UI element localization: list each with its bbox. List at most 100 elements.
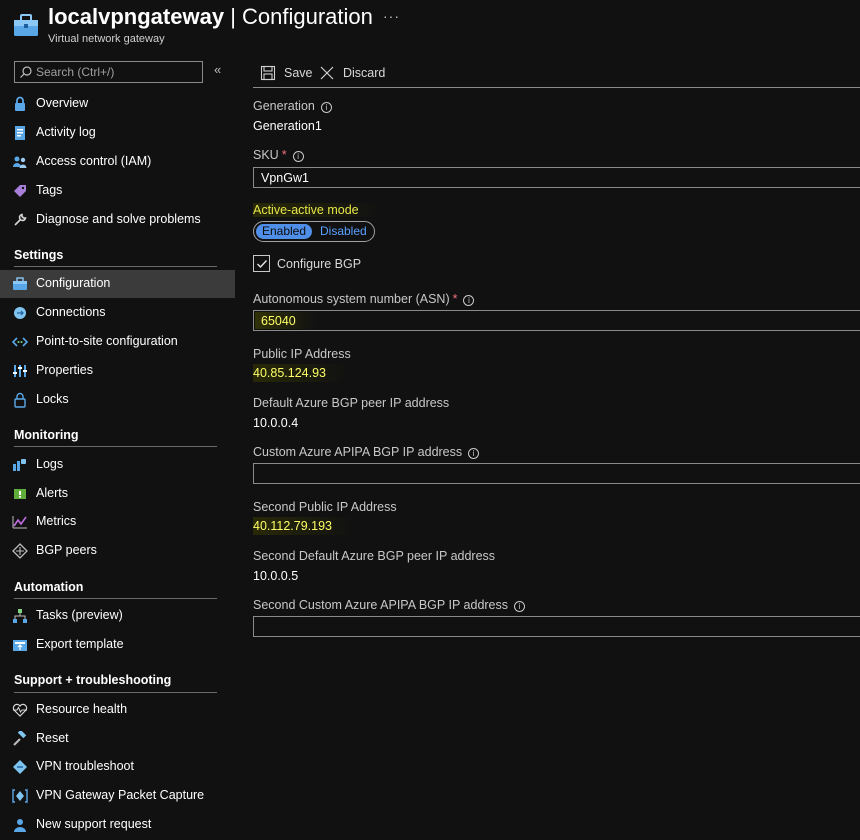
virtual-network-gateway-icon (14, 14, 38, 36)
sidebar-item-label: Access control (IAM) (36, 154, 152, 168)
checkmark-icon (257, 260, 268, 269)
section-divider (14, 598, 217, 599)
hammer-icon (13, 731, 27, 746)
sidebar-item-label: Metrics (36, 514, 77, 528)
sidebar-item-overview[interactable]: Overview (0, 90, 235, 118)
page-title: localvpngateway | Configuration (48, 4, 373, 30)
export-template-icon (13, 640, 27, 651)
section-support: Support + troubleshooting (14, 673, 172, 687)
sidebar-item-new-support-request[interactable]: New support request (0, 811, 235, 839)
section-divider (14, 446, 217, 447)
logs-icon (13, 459, 26, 471)
sidebar-item-label: VPN troubleshoot (36, 759, 134, 773)
active-active-label: Active-active mode (253, 203, 379, 217)
search-input[interactable]: Search (Ctrl+/) (14, 61, 203, 83)
sidebar-item-reset[interactable]: Reset (0, 725, 235, 753)
sidebar-item-alerts[interactable]: Alerts (0, 480, 235, 508)
sidebar-item-tags[interactable]: Tags (0, 177, 235, 205)
sidebar-item-label: Tags (36, 183, 63, 197)
configure-bgp-checkbox[interactable] (253, 255, 270, 272)
asn-value: 65040 (261, 314, 296, 328)
sidebar-item-vpn-troubleshoot[interactable]: VPN troubleshoot (0, 753, 235, 781)
command-bar: Save Discard (253, 60, 860, 88)
sidebar-item-connections[interactable]: Connections (0, 299, 235, 327)
sidebar-item-tasks[interactable]: Tasks (preview) (0, 602, 235, 630)
section-monitoring: Monitoring (14, 428, 79, 442)
sidebar-item-bgp-peers[interactable]: BGP peers (0, 537, 235, 565)
section-settings: Settings (14, 248, 64, 262)
sidebar-item-diagnose[interactable]: Diagnose and solve problems (0, 206, 235, 234)
info-icon[interactable]: i (514, 601, 526, 612)
active-active-toggle[interactable]: Enabled Disabled (253, 221, 375, 242)
page-header: localvpngateway | Configuration ··· Virt… (0, 0, 860, 56)
second-custom-apipa-input[interactable] (253, 616, 860, 637)
tag-icon (14, 185, 26, 197)
second-custom-apipa-label: Second Custom Azure APIPA BGP IP address… (253, 598, 526, 612)
info-icon[interactable]: i (292, 151, 304, 162)
sidebar-item-label: Point-to-site configuration (36, 334, 178, 348)
connections-icon (14, 307, 26, 319)
sidebar-item-label: Activity log (36, 125, 96, 139)
resource-name: localvpngateway (48, 4, 225, 29)
toolbox-icon (13, 277, 27, 290)
required-marker: * (281, 148, 287, 162)
section-divider (14, 266, 217, 267)
sidebar-item-label: Logs (36, 457, 64, 471)
toggle-option-disabled[interactable]: Disabled (320, 224, 367, 239)
generation-value: Generation1 (253, 119, 322, 133)
sidebar-item-export-template[interactable]: Export template (0, 631, 235, 659)
sidebar-item-point-to-site[interactable]: Point-to-site configuration (0, 328, 235, 356)
sidebar-item-logs[interactable]: Logs (0, 451, 235, 479)
title-separator: | (224, 4, 243, 29)
sidebar-item-label: VPN Gateway Packet Capture (36, 788, 205, 802)
more-options-button[interactable]: ··· (383, 8, 400, 24)
close-icon (320, 66, 334, 80)
discard-button[interactable]: Discard (319, 63, 394, 83)
sidebar-item-packet-capture[interactable]: VPN Gateway Packet Capture (0, 782, 235, 810)
sidebar-item-access-control[interactable]: Access control (IAM) (0, 148, 235, 176)
info-icon[interactable]: i (320, 102, 332, 113)
sidebar-item-label: Tasks (preview) (36, 608, 123, 622)
properties-bars-icon (13, 365, 27, 377)
sidebar-item-label: BGP peers (36, 543, 97, 557)
asn-input[interactable]: 65040 (253, 310, 860, 331)
default-bgp-value: 10.0.0.4 (253, 416, 299, 430)
sidebar-item-label: Reset (36, 731, 69, 745)
resource-type: Virtual network gateway (48, 33, 165, 45)
sku-value: VpnGw1 (261, 171, 309, 185)
info-icon[interactable]: i (463, 295, 475, 306)
save-button[interactable]: Save (260, 63, 320, 83)
discard-label: Discard (343, 66, 386, 80)
vpn-troubleshoot-icon (13, 760, 27, 774)
sidebar-item-metrics[interactable]: Metrics (0, 508, 235, 536)
sku-label: SKU * i (253, 148, 304, 162)
lock-shield-icon (15, 96, 25, 111)
public-ip-value: 40.85.124.93 (253, 364, 346, 382)
sidebar-item-label: Connections (36, 305, 106, 319)
public-ip-label: Public IP Address (253, 347, 351, 361)
second-public-ip-value: 40.112.79.193 (253, 517, 353, 535)
alerts-icon (14, 489, 26, 499)
metrics-icon (12, 516, 27, 529)
support-person-icon (14, 819, 26, 832)
collapse-sidebar-button[interactable]: « (214, 62, 221, 77)
sidebar-item-locks[interactable]: Locks (0, 386, 235, 414)
custom-apipa-input[interactable] (253, 463, 860, 484)
sidebar-item-label: Export template (36, 637, 124, 651)
info-icon[interactable]: i (468, 448, 480, 459)
toggle-option-enabled[interactable]: Enabled (256, 224, 312, 239)
sidebar-item-activity-log[interactable]: Activity log (0, 119, 235, 147)
configure-bgp-label: Configure BGP (277, 257, 362, 271)
sidebar-item-configuration[interactable]: Configuration (0, 270, 235, 298)
asn-label: Autonomous system number (ASN) * i (253, 292, 475, 306)
second-default-bgp-label: Second Default Azure BGP peer IP address (253, 549, 496, 563)
sidebar-item-label: Configuration (36, 276, 111, 290)
save-label: Save (284, 66, 313, 80)
search-placeholder: Search (Ctrl+/) (36, 65, 115, 79)
save-icon (260, 65, 276, 81)
sidebar-item-properties[interactable]: Properties (0, 357, 235, 385)
default-bgp-label: Default Azure BGP peer IP address (253, 396, 450, 410)
generation-label: Generation i (253, 99, 332, 113)
sku-select[interactable]: VpnGw1 (253, 167, 860, 188)
sidebar-item-resource-health[interactable]: Resource health (0, 696, 235, 724)
